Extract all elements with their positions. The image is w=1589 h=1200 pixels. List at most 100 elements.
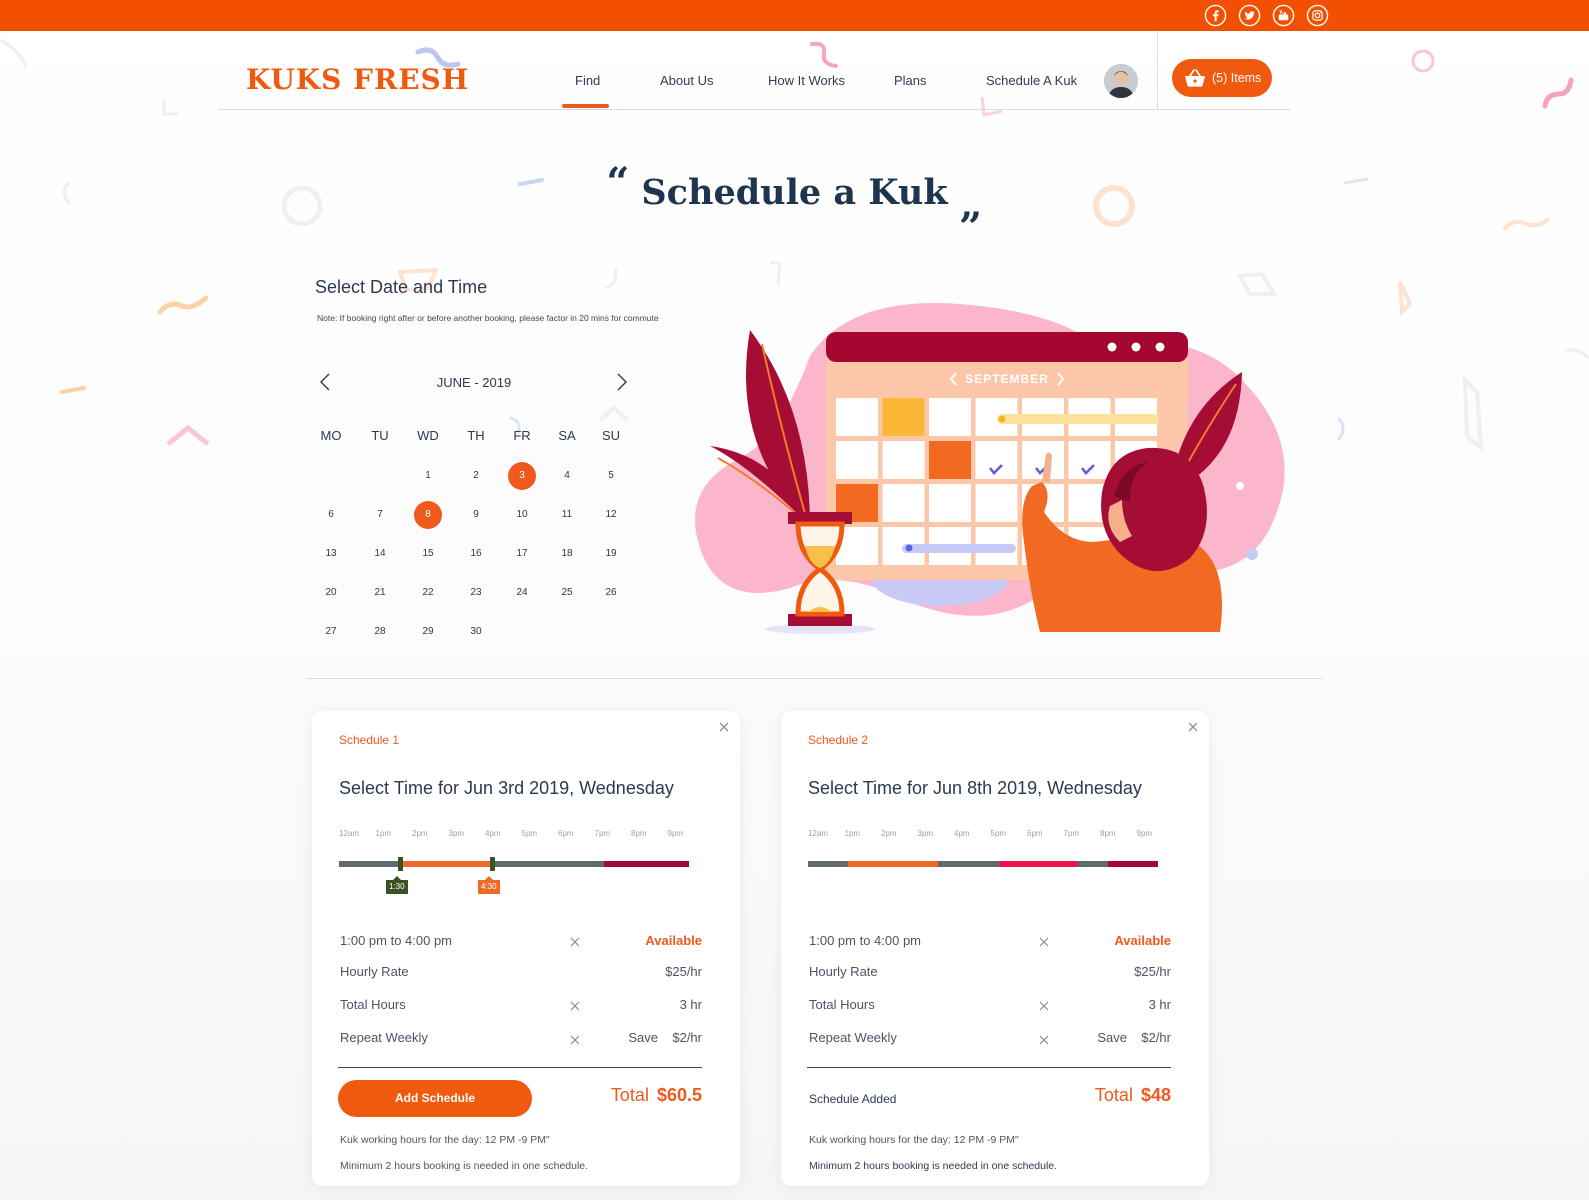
instagram-icon[interactable] [1306, 4, 1329, 27]
brand-logo[interactable]: KUKS FRESH [246, 63, 469, 96]
save-value: $2/hr [1141, 1030, 1171, 1045]
page-title: “ Schedule a Kuk „ [0, 159, 1589, 228]
total-amount: $60.5 [656, 1085, 702, 1105]
remove-slot-icon[interactable] [1039, 937, 1049, 947]
repeat-weekly-toggle-icon[interactable] [1039, 1035, 1049, 1045]
user-avatar[interactable] [1104, 64, 1138, 98]
calendar-day[interactable]: 23 [462, 579, 490, 607]
calendar-day[interactable]: 1 [414, 462, 442, 490]
close-icon[interactable] [718, 721, 730, 733]
calendar-day[interactable]: 22 [414, 579, 442, 607]
calendar-day[interactable]: 17 [508, 540, 536, 568]
working-hours-note: Kuk working hours for the day: 12 PM -9 … [809, 1134, 1019, 1146]
weekday-header: TU [371, 428, 389, 443]
cart-button[interactable]: (5) Items [1172, 59, 1272, 97]
card-divider [338, 1067, 702, 1068]
calendar-day[interactable]: 14 [366, 540, 394, 568]
calendar-day[interactable]: 16 [462, 540, 490, 568]
hour-label: 2pm [881, 829, 897, 838]
page-title-text: Schedule a Kuk [641, 172, 948, 213]
availability-status: Available [645, 933, 702, 948]
schedule-title: Select Time for Jun 3rd 2019, Wednesday [339, 778, 674, 798]
total-hours-label: Total Hours [340, 997, 406, 1012]
next-month-arrow-icon[interactable] [615, 372, 629, 392]
calendar-illustration: SEPTEMBER [695, 303, 1285, 634]
working-hours-note: Kuk working hours for the day: 12 PM -9 … [340, 1134, 550, 1146]
hour-label: 8pm [631, 829, 647, 838]
nav-plans[interactable]: Plans [894, 73, 927, 88]
commute-note: Note: If booking right after or before a… [317, 313, 659, 323]
twitter-icon[interactable] [1238, 4, 1261, 27]
calendar-day[interactable]: 10 [508, 501, 536, 529]
hour-label: 3pm [448, 829, 465, 838]
start-time-tag: 1:30 [386, 876, 408, 894]
card-divider [807, 1067, 1171, 1068]
calendar-day[interactable]: 28 [366, 618, 394, 646]
hour-label: 12am [808, 829, 829, 838]
close-quote: „ [959, 181, 983, 228]
youtube-icon[interactable] [1272, 4, 1295, 27]
nav-find[interactable]: Find [561, 73, 610, 108]
social-links [1204, 4, 1329, 27]
hour-label: 1pm [844, 829, 861, 838]
start-time-handle[interactable] [398, 857, 403, 871]
hourly-rate-value: $25/hr [1134, 964, 1171, 979]
nav-divider [1157, 31, 1158, 110]
calendar-day[interactable]: 2 [462, 462, 490, 490]
top-bar [0, 0, 1589, 31]
total-label: Total [1094, 1085, 1133, 1105]
save-label: Save [1097, 1030, 1127, 1045]
availability-status: Available [1114, 933, 1171, 948]
calendar-day[interactable]: 26 [597, 579, 625, 607]
weekday-header: MO [320, 428, 342, 443]
multiply-icon [1039, 1001, 1049, 1011]
time-slider-track[interactable] [808, 861, 1158, 867]
close-icon[interactable] [1187, 721, 1199, 733]
hour-label: 2pm [412, 829, 428, 838]
schedule-title: Select Time for Jun 8th 2019, Wednesday [808, 778, 1142, 798]
calendar-day[interactable]: 20 [317, 579, 345, 607]
calendar-day[interactable]: 3 [508, 462, 536, 490]
nav-about-us[interactable]: About Us [660, 73, 713, 88]
weekday-header: SU [601, 428, 621, 443]
calendar-day[interactable]: 6 [317, 501, 345, 529]
calendar-day[interactable]: 15 [414, 540, 442, 568]
facebook-icon[interactable] [1204, 4, 1227, 27]
nav-how-it-works[interactable]: How It Works [768, 73, 845, 88]
weekday-header: WD [417, 428, 439, 443]
calendar-day[interactable]: 25 [553, 579, 581, 607]
calendar-day[interactable]: 13 [317, 540, 345, 568]
remove-slot-icon[interactable] [570, 937, 580, 947]
end-time-handle[interactable] [490, 857, 495, 871]
save-label: Save [628, 1030, 658, 1045]
calendar-day[interactable]: 27 [317, 618, 345, 646]
add-schedule-button[interactable]: Add Schedule [338, 1080, 532, 1117]
previous-month-arrow-icon[interactable] [318, 372, 332, 392]
hour-label: 5pm [990, 829, 1007, 838]
total-hours-value: 3 hr [1148, 997, 1171, 1012]
calendar-day[interactable]: 18 [553, 540, 581, 568]
calendar-day[interactable]: 21 [366, 579, 394, 607]
calendar-day[interactable]: 7 [366, 501, 394, 529]
calendar-day[interactable]: 5 [597, 462, 625, 490]
nav-schedule-a-kuk[interactable]: Schedule A Kuk [986, 73, 1077, 88]
repeat-weekly-toggle-icon[interactable] [570, 1035, 580, 1045]
calendar-day[interactable]: 29 [414, 618, 442, 646]
hour-label: 6pm [1027, 829, 1043, 838]
calendar-day[interactable]: 9 [462, 501, 490, 529]
calendar-day[interactable]: 8 [414, 501, 442, 529]
repeat-weekly-label: Repeat Weekly [809, 1030, 897, 1045]
hourly-rate-label: Hourly Rate [809, 964, 878, 979]
time-slider-track[interactable] [339, 861, 689, 867]
calendar-day[interactable]: 4 [553, 462, 581, 490]
hour-labels: 12am 1pm 2pm 3pm 4pm 5pm 6pm 7pm 8pm 9pm [339, 829, 689, 841]
save-value: $2/hr [672, 1030, 702, 1045]
calendar-day[interactable]: 19 [597, 540, 625, 568]
calendar-day[interactable]: 30 [462, 618, 490, 646]
weekday-header: TH [467, 428, 485, 443]
calendar-day[interactable]: 24 [508, 579, 536, 607]
schedule-card-2: Schedule 2 Select Time for Jun 8th 2019,… [781, 711, 1209, 1186]
calendar-day[interactable]: 12 [597, 501, 625, 529]
end-time-tag: 4:30 [478, 876, 500, 894]
calendar-day[interactable]: 11 [553, 501, 581, 529]
